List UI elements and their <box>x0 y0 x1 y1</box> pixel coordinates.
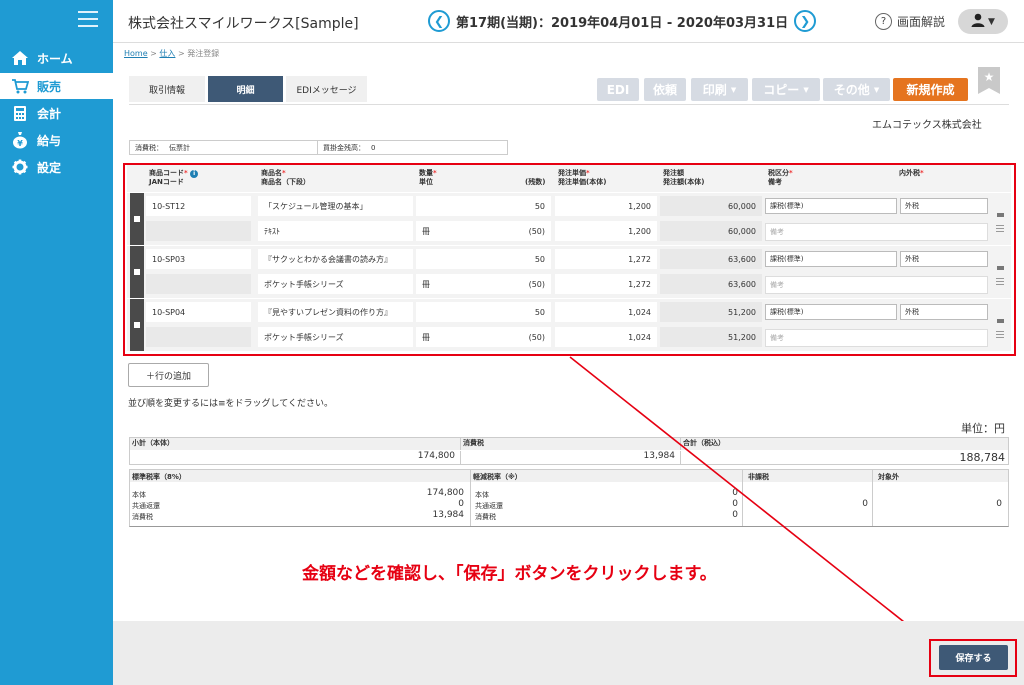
drag-note: 並び順を変更するには≡をドラッグしてください。 <box>128 399 334 409</box>
exempt-label: 非課税 <box>748 473 769 481</box>
cart-icon <box>10 76 30 96</box>
payable-balance-value: 0 <box>371 143 376 152</box>
add-row-button[interactable]: ＋行の追加 <box>128 363 209 387</box>
calculator-icon <box>10 103 30 123</box>
caret-down-icon: ▼ <box>730 85 737 94</box>
company-name: 株式会社スマイルワークス[Sample] <box>128 16 359 32</box>
breadcrumb-purchase[interactable]: 仕入 <box>159 49 175 58</box>
sidebar-item-settings[interactable]: 設定 <box>0 154 113 180</box>
reduced-rate-label: 軽減税率（※） <box>473 473 522 481</box>
subtotal-label: 小計（本体） <box>132 439 174 447</box>
sidebar-item-label: 会計 <box>37 106 62 121</box>
sidebar-item-home[interactable]: ホーム <box>0 45 113 71</box>
total-label: 合計（税込） <box>680 438 1008 450</box>
user-icon <box>971 13 985 30</box>
tab-edi-message[interactable]: EDIメッセージ <box>286 76 367 102</box>
red-body-value: 0 <box>732 488 738 498</box>
std-body-label: 本体 <box>132 491 146 499</box>
star-icon[interactable]: ★ <box>978 67 1000 94</box>
sidebar-item-label: ホーム <box>37 51 73 66</box>
tax-method: 消費税： 伝票計 <box>130 141 318 154</box>
save-button[interactable]: 保存する <box>939 645 1008 670</box>
svg-text:¥: ¥ <box>17 139 23 148</box>
vendor-name: エムコテックス株式会社 <box>872 120 982 131</box>
new-button[interactable]: 新規作成 <box>893 78 968 101</box>
edi-button[interactable]: EDI <box>597 78 639 101</box>
breadcrumb-separator: > <box>175 49 188 58</box>
sidebar-item-label: 販売 <box>37 79 62 94</box>
red-tax-label: 消費税 <box>475 513 496 521</box>
std-common-value: 0 <box>458 499 464 509</box>
tax-label: 消費税 <box>460 438 680 450</box>
period-label: 第17期(当期)：2019年04月01日 - 2020年03月31日 <box>456 15 789 31</box>
sidebar-item-sales[interactable]: 販売 <box>0 73 113 99</box>
copy-label: コピー <box>763 83 800 97</box>
question-icon: ? <box>875 13 892 30</box>
tab-transaction-info[interactable]: 取引情報 <box>129 76 205 102</box>
tax-method-label: 消費税： <box>135 143 163 152</box>
sidebar-item-payroll[interactable]: ¥ 給与 <box>0 127 113 153</box>
other-label: その他 <box>833 83 870 97</box>
chevron-right-icon[interactable]: ❯ <box>794 10 817 32</box>
chevron-left-icon[interactable]: ❮ <box>428 10 450 32</box>
red-body-label: 本体 <box>475 491 489 499</box>
request-button[interactable]: 依頼 <box>644 78 686 101</box>
period-selector: ❮ 第17期(当期)：2019年04月01日 - 2020年03月31日 ❯ <box>428 10 817 32</box>
standard-rate-label: 標準税率（8%） <box>132 473 186 481</box>
sidebar-item-label: 給与 <box>37 133 62 148</box>
app-root: ホーム 販売 会計 ¥ 給与 設定 株式会社スマイルワークス[Sample] ❮… <box>0 0 1024 685</box>
print-label: 印刷 <box>702 83 727 97</box>
exempt-value: 0 <box>862 499 868 509</box>
info-bar: 消費税： 伝票計 買掛金残高： 0 <box>129 140 508 155</box>
red-common-value: 0 <box>732 499 738 509</box>
std-tax-value: 13,984 <box>432 510 465 520</box>
copy-button[interactable]: コピー ▼ <box>752 78 820 101</box>
help-label: 画面解説 <box>897 15 946 29</box>
caret-down-icon: ▼ <box>873 85 880 94</box>
print-button[interactable]: 印刷 ▼ <box>691 78 748 101</box>
tax-method-value: 伝票計 <box>169 143 190 152</box>
std-body-value: 174,800 <box>426 488 464 498</box>
breadcrumb: Home > 仕入 > 発注登録 <box>124 48 219 59</box>
sidebar: ホーム 販売 会計 ¥ 給与 設定 <box>0 0 113 685</box>
tax-value: 13,984 <box>460 451 678 465</box>
tax-breakdown-header <box>130 470 1008 482</box>
sidebar-item-label: 設定 <box>37 160 62 175</box>
user-menu-button[interactable]: ▼ <box>958 9 1008 34</box>
tab-details[interactable]: 明細 <box>208 76 283 102</box>
std-tax-label: 消費税 <box>132 513 153 521</box>
red-common-label: 共通返還 <box>475 502 503 510</box>
help-link[interactable]: ? 画面解説 <box>875 13 945 30</box>
breadcrumb-home[interactable]: Home <box>124 49 148 58</box>
red-tax-value: 0 <box>732 510 738 520</box>
instruction-text: 金額などを確認し、「保存」ボタンをクリックします。 <box>302 564 717 584</box>
divider <box>129 104 1009 105</box>
highlight-box <box>123 163 1016 356</box>
breadcrumb-current: 発注登録 <box>187 49 220 58</box>
caret-down-icon: ▼ <box>988 16 995 27</box>
home-icon <box>10 48 30 68</box>
breadcrumb-separator: > <box>147 49 160 58</box>
tax-breakdown: 標準税率（8%） 軽減税率（※） 非課税 対象外 本体 共通返還 消費税 174… <box>129 469 1009 527</box>
top-header: 株式会社スマイルワークス[Sample] ❮ 第17期(当期)：2019年04月… <box>113 0 1024 43</box>
unit-label: 単位：円 <box>961 422 1005 435</box>
outside-label: 対象外 <box>878 473 899 481</box>
money-bag-icon: ¥ <box>10 130 30 150</box>
footer-bar <box>113 621 1024 685</box>
caret-down-icon: ▼ <box>803 85 809 94</box>
total-value: 188,784 <box>680 451 1008 465</box>
payable-balance-label: 買掛金残高： <box>323 143 365 152</box>
totals-box: 小計（本体） 消費税 合計（税込） 174,800 13,984 188,784 <box>129 437 1009 465</box>
subtotal-value: 174,800 <box>417 451 455 461</box>
hamburger-icon[interactable] <box>78 11 98 27</box>
other-button[interactable]: その他 ▼ <box>823 78 890 101</box>
payable-balance: 買掛金残高： 0 <box>318 141 380 154</box>
gear-icon <box>10 157 30 177</box>
outside-value: 0 <box>996 499 1002 509</box>
sidebar-item-accounting[interactable]: 会計 <box>0 100 113 126</box>
std-common-label: 共通返還 <box>132 502 160 510</box>
